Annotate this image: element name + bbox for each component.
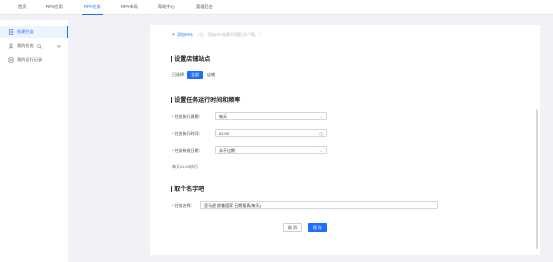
task-form-card: + 添加RPA （注：添加RPA依赖不同超过3个哦。） 设置店铺站点 已选择 全… (150, 25, 540, 255)
save-button[interactable]: 保 存 (308, 223, 327, 232)
schedule-summary: 每天01:00执行 (172, 164, 199, 169)
nav-item-home[interactable]: 首页 (18, 0, 26, 15)
task-name-label: *任务名称： (172, 203, 195, 208)
store-option-all[interactable]: 全部 (187, 71, 203, 79)
sidebar-item-create-task[interactable]: 创建任务 (0, 26, 68, 38)
scrollbar-thumb[interactable] (536, 109, 538, 249)
nav-item-admin[interactable]: 管理后台 (196, 0, 213, 15)
schedule-section-title: 设置任务运行时间和频率 (171, 95, 240, 104)
search-icon[interactable] (36, 43, 42, 49)
nav-item-rpa-tasks[interactable]: RPA任务 (82, 0, 103, 15)
time-picker[interactable]: 01:00 (215, 129, 327, 137)
sidebar-item-my-tasks[interactable]: 我的任务 (0, 40, 68, 52)
sidebar-item-label: 我的任务 (17, 43, 34, 48)
cycle-field-label: *任务执行周期： (172, 114, 203, 119)
add-rpa-label: 添加RPA (176, 32, 193, 37)
top-nav: 首页 RPA应用 RPA任务 RPA市场 帮助中心 管理后台 (0, 0, 553, 15)
nav-item-rpa-apps[interactable]: RPA应用 (46, 0, 63, 15)
time-field-label: *任务执行时间： (172, 131, 203, 136)
sidebar-item-run-records[interactable]: 我的运行记录 (0, 54, 68, 66)
store-selector-prefix: 已选择 (172, 72, 184, 77)
chevron-down-icon (319, 115, 323, 118)
list-icon (8, 57, 14, 63)
add-rpa-link[interactable]: + 添加RPA （注：添加RPA依赖不同超过3个哦。） (172, 32, 262, 38)
nav-item-help-center[interactable]: 帮助中心 (158, 0, 175, 15)
name-section-title: 取个名字吧 (171, 184, 204, 193)
chevron-down-icon (319, 149, 323, 152)
user-icon (8, 43, 14, 49)
store-selector: 已选择 全部 店铺 (172, 71, 219, 79)
store-section-title: 设置店铺站点 (171, 54, 210, 63)
cycle-select[interactable]: 每天 (215, 112, 327, 120)
sidebar-item-label: 创建任务 (17, 29, 34, 34)
validity-select[interactable]: 永不过期 (215, 146, 327, 154)
clock-icon (319, 131, 323, 136)
store-option-store[interactable]: 店铺 (203, 71, 219, 79)
task-name-input[interactable]: 亚马逊 欧鲁国家 日期报表(每天) (200, 201, 438, 209)
plus-icon: + (172, 31, 175, 38)
add-rpa-hint: （注：添加RPA依赖不同超过3个哦。） (195, 32, 263, 37)
sidebar: 创建任务 我的任务 我的运行记录 (0, 20, 68, 262)
validity-field-label: *任务有效日期： (172, 148, 203, 153)
nav-item-rpa-market[interactable]: RPA市场 (121, 0, 138, 15)
sidebar-item-label: 我的运行记录 (17, 57, 43, 62)
scrollbar[interactable] (536, 29, 538, 251)
cancel-button[interactable]: 取 消 (283, 223, 302, 232)
document-icon (8, 29, 14, 35)
chevron-down-icon[interactable] (56, 43, 62, 49)
